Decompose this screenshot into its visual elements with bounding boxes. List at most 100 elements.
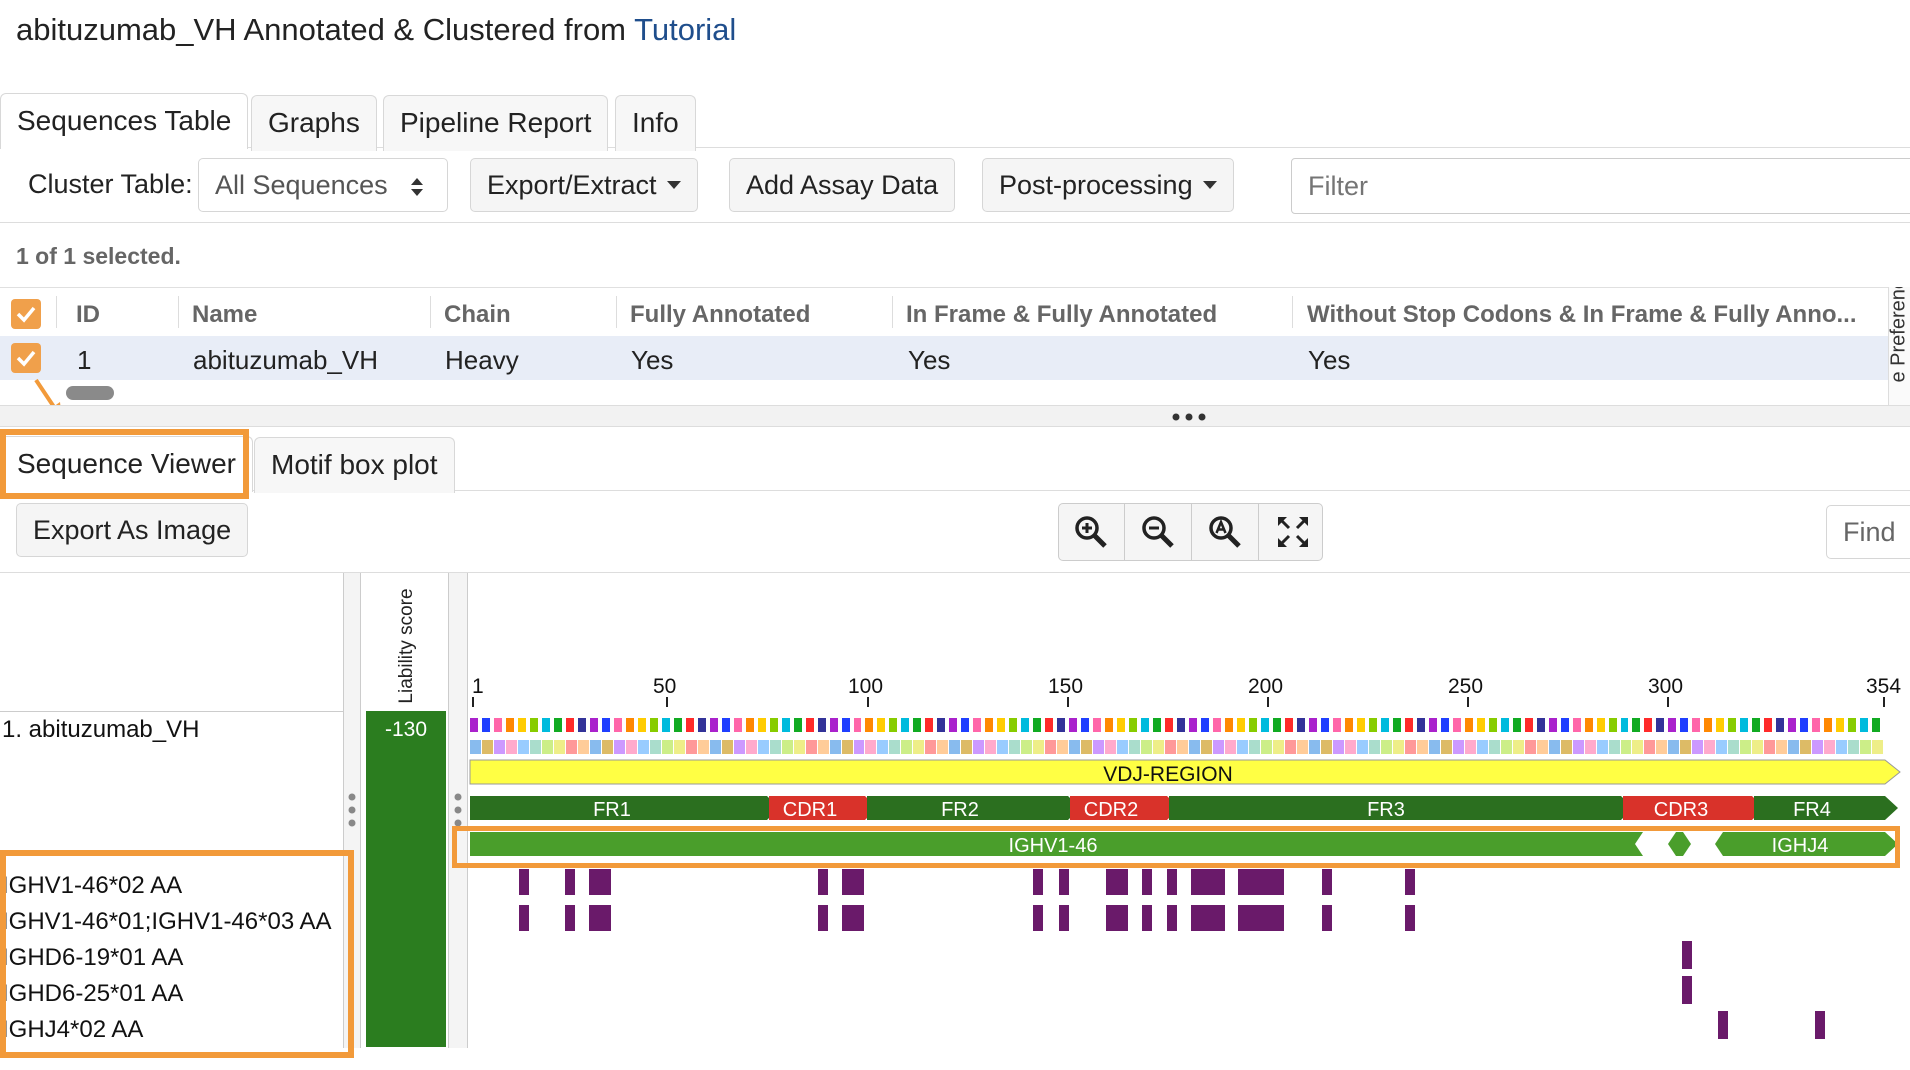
tab-graphs[interactable]: Graphs [251,95,377,151]
residue-cell [541,718,554,732]
residue-cell [1536,740,1549,754]
residue-cell [1716,740,1729,754]
row-checkbox[interactable] [11,343,41,373]
residue-cell [1644,740,1657,754]
residue-cell [1560,740,1573,754]
residue-cell [1464,740,1477,754]
tab-motif-box-plot[interactable]: Motif box plot [254,437,455,493]
tab-info[interactable]: Info [615,95,696,151]
post-processing-button[interactable]: Post-processing [982,158,1234,212]
panel-splitter[interactable] [0,405,1910,427]
zoom-reset-icon [1209,516,1241,548]
horizontal-scrollbar[interactable] [66,386,114,400]
residue-cell [1656,718,1669,732]
residue-cell [625,718,638,732]
tab-sequences-table[interactable]: Sequences Table [0,93,249,149]
tab-pipeline-report[interactable]: Pipeline Report [383,95,609,151]
residue-cell [1872,740,1885,754]
residue-cell [865,718,878,732]
table-row[interactable]: 1 abituzumab_VH Heavy Yes Yes Yes [0,336,1888,380]
residue-cell [1021,740,1034,754]
ruler-tick-label: 250 [1448,675,1484,698]
ruler-tick [867,697,869,707]
col-header-id[interactable]: ID [76,301,100,329]
residue-cell [1500,740,1513,754]
residue-cell [697,718,710,732]
residue-cell [1692,718,1705,732]
residue-cell [1740,718,1753,732]
residue-cell [1009,718,1022,732]
residue-cell [1440,718,1453,732]
residue-cell [1548,740,1561,754]
cluster-table-select[interactable]: All Sequences [198,158,448,212]
zoom-reset-button[interactable] [1192,503,1259,561]
track-panel-splitter[interactable] [448,573,468,1048]
residue-cell [1272,740,1285,754]
residue-cell [541,740,554,754]
highlight-box-germline-labels [0,850,354,1058]
residue-cell [1536,718,1549,732]
residue-cell [1189,740,1202,754]
residue-cell [505,718,518,732]
add-assay-data-button[interactable]: Add Assay Data [729,158,956,212]
residue-cell [1488,718,1501,732]
col-header-name[interactable]: Name [192,301,257,329]
residue-cell [1680,740,1693,754]
fit-screen-button[interactable] [1259,503,1326,561]
liability-score-value: -130 [384,718,428,741]
residue-cell [1081,740,1094,754]
residue-cell [505,740,518,754]
residue-cell [1057,740,1070,754]
residue-cell [1356,740,1369,754]
residue-cell [925,718,938,732]
tutorial-link[interactable]: Tutorial [634,12,736,47]
col-header-no-stop[interactable]: Without Stop Codons & In Frame & Fully A… [1307,301,1857,329]
residue-cell [673,718,686,732]
page-title: abituzumab_VH Annotated & Clustered from… [16,12,737,47]
residue-cell [1416,718,1429,732]
residue-cell [721,718,734,732]
filter-input[interactable] [1291,158,1910,214]
residue-cell [1129,718,1142,732]
residue-cell [1584,718,1597,732]
residue-cell [553,718,566,732]
export-as-image-button[interactable]: Export As Image [16,503,249,557]
residue-cell [793,740,806,754]
residue-cell [470,740,482,754]
residue-cell [1225,740,1237,754]
select-all-checkbox[interactable] [11,299,41,329]
residue-cell [685,718,698,732]
col-header-chain[interactable]: Chain [444,301,511,329]
residue-cell [1320,718,1333,732]
residue-cell [901,718,914,732]
residue-cell [721,740,734,754]
residue-cell [769,740,782,754]
residue-cell [637,718,650,732]
export-extract-button[interactable]: Export/Extract [470,158,698,212]
col-header-in-frame[interactable]: In Frame & Fully Annotated [906,301,1217,329]
residue-cell [1776,718,1789,732]
residue-cell [1848,740,1861,754]
residue-cell [493,740,506,754]
residue-cell [661,718,674,732]
residue-cell [1201,740,1214,754]
preferences-side-tab[interactable]: e Preferenc [1888,287,1910,405]
residue-cell [1752,718,1765,732]
residue-cell [769,718,782,732]
col-header-fully-annotated[interactable]: Fully Annotated [630,301,810,329]
residue-cell [937,718,950,732]
residue-cell [1177,718,1190,732]
residue-cell [1548,718,1561,732]
residue-cell [649,718,662,732]
residue-cell [1836,740,1849,754]
zoom-in-button[interactable] [1058,503,1125,561]
segment-label: CDR3 [1654,799,1708,821]
residue-cell [745,718,758,732]
residue-cell [877,718,890,732]
residue-cell [1141,740,1154,754]
find-button[interactable]: Find [1826,505,1910,559]
residue-cell [1824,740,1837,754]
residue-cell [949,718,962,732]
zoom-out-button[interactable] [1125,503,1192,561]
residue-cell [1105,740,1118,754]
